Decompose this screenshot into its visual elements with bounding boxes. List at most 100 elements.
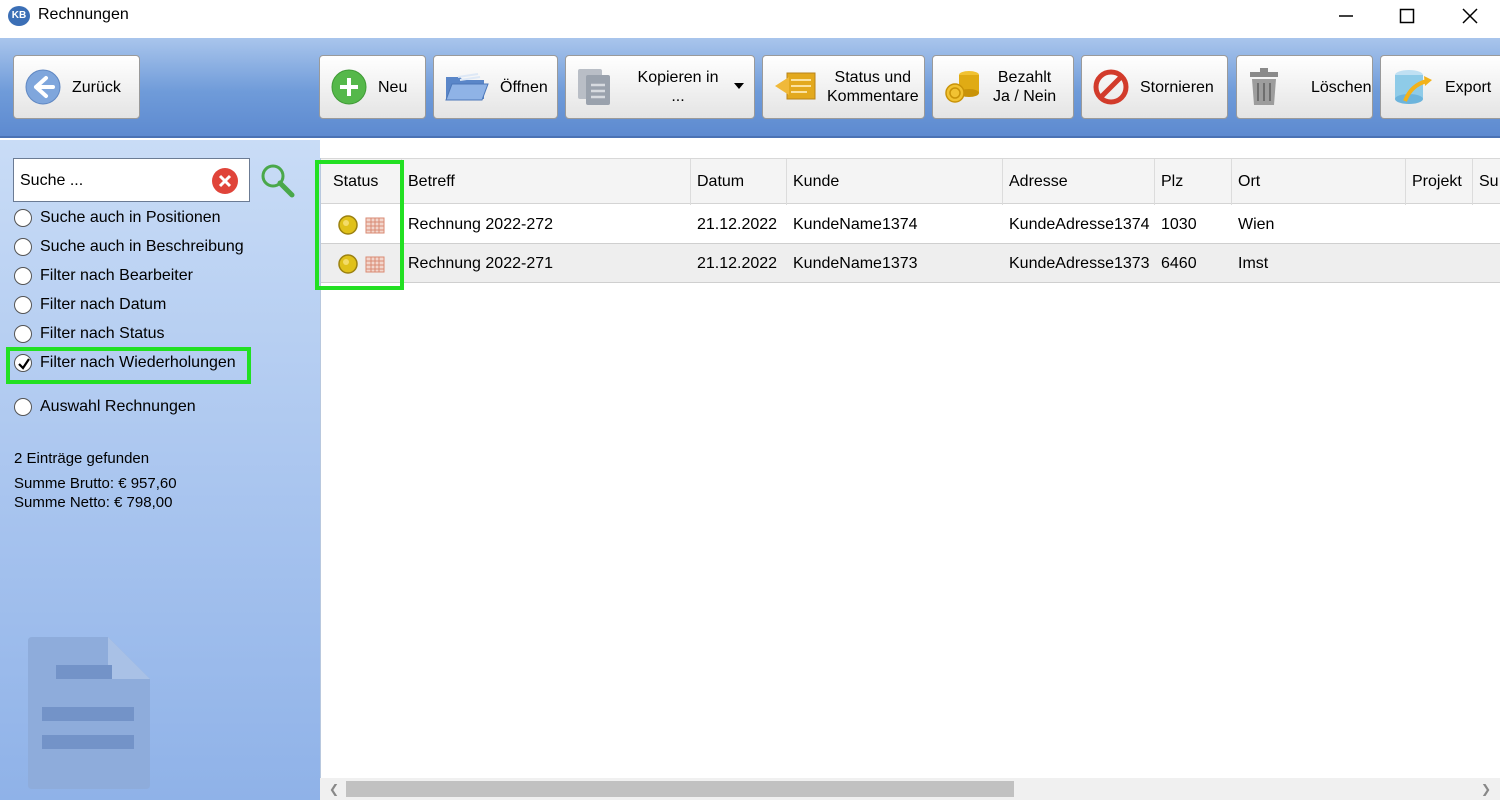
option-label: Suche auch in Positionen xyxy=(40,209,221,226)
copy-document-icon xyxy=(578,69,610,105)
radio-button[interactable] xyxy=(14,296,32,314)
scroll-left-icon[interactable]: ❮ xyxy=(324,781,344,797)
checkmark-checkbox[interactable] xyxy=(14,354,32,372)
close-window-button[interactable] xyxy=(1440,0,1500,32)
table-row[interactable]: Rechnung 2022-271 21.12.2022 KundeName13… xyxy=(321,244,1500,283)
status-dot-icon xyxy=(338,214,358,235)
prohibited-icon xyxy=(1093,69,1129,105)
status-comments-line2: Kommentare xyxy=(827,88,919,105)
radio-button[interactable] xyxy=(14,209,32,227)
customer-cell: KundeName1373 xyxy=(793,255,918,272)
column-header-zip[interactable]: Plz xyxy=(1155,159,1232,205)
paid-line1: Bezahlt xyxy=(997,69,1052,86)
plus-icon xyxy=(331,69,367,105)
city-cell: Wien xyxy=(1238,216,1275,233)
open-label: Öffnen xyxy=(500,78,548,96)
trash-icon xyxy=(1250,68,1278,105)
scroll-right-icon[interactable]: ❯ xyxy=(1476,781,1496,797)
toolbar: Zurück Neu Öffnen Kopieren in ... Status… xyxy=(0,38,1500,138)
project-cell xyxy=(1406,205,1473,244)
filter-panel: Suche auch in Positionen Suche auch in B… xyxy=(0,140,320,800)
scrollbar-thumb[interactable] xyxy=(346,781,1014,797)
paid-line2: Ja / Nein xyxy=(993,88,1057,105)
option-label: Filter nach Bearbeiter xyxy=(40,267,193,284)
option-filter-date[interactable]: Filter nach Datum xyxy=(14,293,166,317)
column-header-status[interactable]: Status xyxy=(327,159,402,205)
delete-label: Löschen xyxy=(1311,78,1372,96)
column-header-sum[interactable]: Su xyxy=(1473,159,1500,205)
option-filter-editor[interactable]: Filter nach Bearbeiter xyxy=(14,264,193,288)
table-header: Status Betreff Datum Kunde Adresse Plz O… xyxy=(321,158,1500,205)
window-title: Rechnungen xyxy=(38,6,129,23)
paid-label: Bezahlt Ja / Nein xyxy=(993,68,1056,106)
option-search-positions[interactable]: Suche auch in Positionen xyxy=(14,206,221,230)
cancel-invoice-button[interactable]: Stornieren xyxy=(1081,55,1228,119)
search-input[interactable] xyxy=(20,169,205,193)
new-button[interactable]: Neu xyxy=(319,55,426,119)
search-box xyxy=(13,158,250,202)
column-header-project[interactable]: Projekt xyxy=(1406,159,1473,205)
sum-net: Summe Netto: € 798,00 xyxy=(14,494,173,511)
subject-cell: Rechnung 2022-271 xyxy=(408,255,554,272)
comment-arrow-icon xyxy=(775,72,816,100)
open-button[interactable]: Öffnen xyxy=(433,55,558,119)
back-arrow-icon xyxy=(25,69,61,105)
option-search-description[interactable]: Suche auch in Beschreibung xyxy=(14,235,244,259)
status-comments-button[interactable]: Status und Kommentare xyxy=(762,55,925,119)
option-label: Auswahl Rechnungen xyxy=(40,398,196,415)
coins-icon xyxy=(945,71,979,103)
option-select-invoices[interactable]: Auswahl Rechnungen xyxy=(14,395,196,419)
subject-cell: Rechnung 2022-272 xyxy=(408,216,554,233)
radio-button[interactable] xyxy=(14,238,32,256)
calendar-icon xyxy=(365,217,385,233)
option-label: Filter nach Datum xyxy=(40,296,167,313)
column-header-city[interactable]: Ort xyxy=(1232,159,1406,205)
customer-cell: KundeName1374 xyxy=(793,216,918,233)
minimize-icon xyxy=(1339,15,1353,17)
status-cell xyxy=(321,205,402,244)
folder-open-icon xyxy=(445,73,489,101)
database-export-icon xyxy=(1395,70,1432,104)
maximize-button[interactable] xyxy=(1377,0,1437,32)
date-cell: 21.12.2022 xyxy=(697,255,778,272)
checkmark-icon xyxy=(18,358,30,370)
calendar-icon xyxy=(365,256,385,272)
option-label: Suche auch in Beschreibung xyxy=(40,238,244,255)
option-filter-repetitions[interactable]: Filter nach Wiederholungen xyxy=(14,351,236,375)
radio-button[interactable] xyxy=(14,398,32,416)
horizontal-scrollbar[interactable]: ❮ ❯ xyxy=(320,778,1500,800)
maximize-icon xyxy=(1399,8,1415,24)
column-header-date[interactable]: Datum xyxy=(691,159,787,205)
city-cell: Imst xyxy=(1238,255,1269,272)
status-comments-label: Status und Kommentare xyxy=(827,68,919,106)
export-button[interactable]: Export xyxy=(1380,55,1500,119)
column-header-customer[interactable]: Kunde xyxy=(787,159,1003,205)
status-comments-line1: Status und xyxy=(834,69,912,86)
radio-button[interactable] xyxy=(14,325,32,343)
column-header-subject[interactable]: Betreff xyxy=(402,159,691,205)
option-label: Filter nach Status xyxy=(40,325,165,342)
option-label: Filter nach Wiederholungen xyxy=(40,354,236,371)
copy-to-dropdown-button[interactable]: Kopieren in ... xyxy=(565,55,755,119)
date-cell: 21.12.2022 xyxy=(697,216,778,233)
document-watermark-icon xyxy=(28,637,150,789)
sum-gross: Summe Brutto: € 957,60 xyxy=(14,475,177,492)
title-bar: KB Rechnungen xyxy=(0,0,1500,32)
option-filter-status[interactable]: Filter nach Status xyxy=(14,322,165,346)
minimize-button[interactable] xyxy=(1316,0,1376,32)
status-dot-icon xyxy=(338,253,358,274)
column-header-address[interactable]: Adresse xyxy=(1003,159,1155,205)
delete-button[interactable]: Löschen xyxy=(1236,55,1373,119)
clear-search-icon[interactable] xyxy=(211,167,239,195)
chevron-down-icon xyxy=(734,83,744,89)
search-icon[interactable] xyxy=(259,162,295,198)
table-row[interactable]: Rechnung 2022-272 21.12.2022 KundeName13… xyxy=(321,205,1500,244)
back-button[interactable]: Zurück xyxy=(13,55,140,119)
status-cell xyxy=(321,244,402,283)
close-icon xyxy=(1462,8,1478,24)
paid-toggle-button[interactable]: Bezahlt Ja / Nein xyxy=(932,55,1074,119)
invoice-table: Status Betreff Datum Kunde Adresse Plz O… xyxy=(315,158,1500,800)
radio-button[interactable] xyxy=(14,267,32,285)
cancel-label: Stornieren xyxy=(1140,78,1214,96)
new-label: Neu xyxy=(378,78,408,96)
